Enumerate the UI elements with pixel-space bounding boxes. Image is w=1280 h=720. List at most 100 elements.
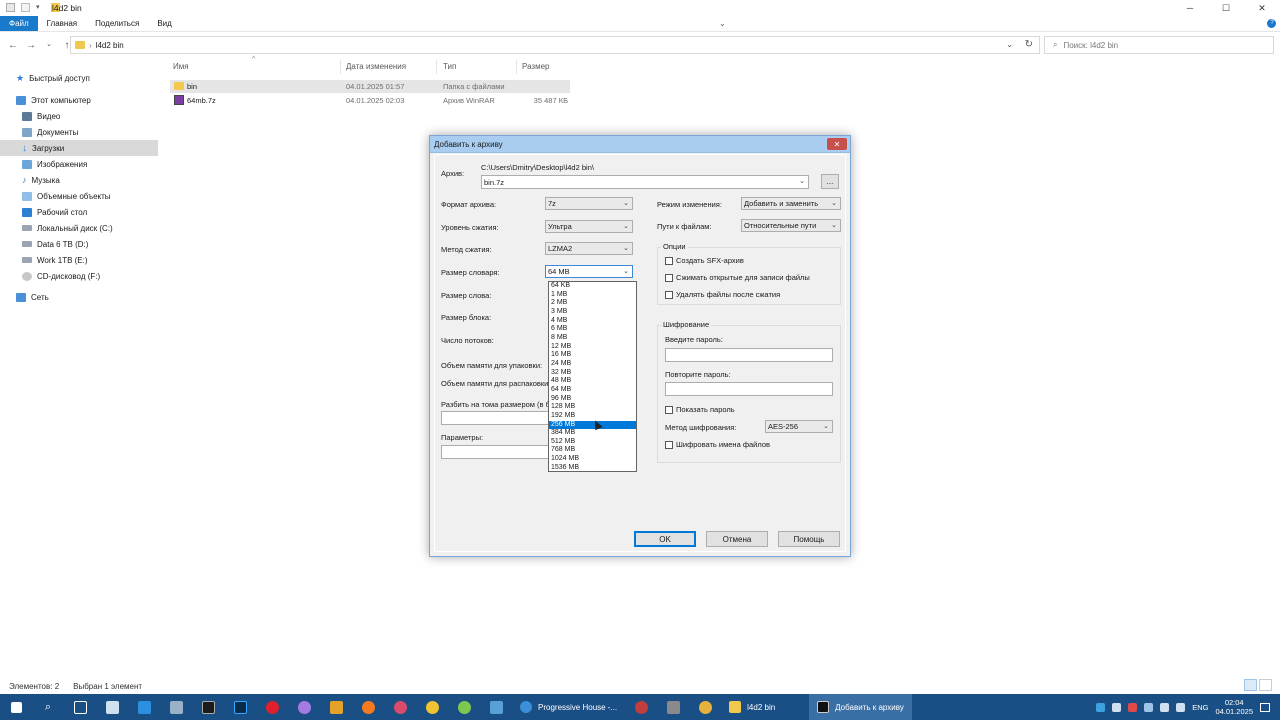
show-password-checkbox[interactable]: Показать пароль: [665, 405, 735, 414]
dict-option[interactable]: 64 KB: [549, 282, 636, 291]
dict-option[interactable]: 3 MB: [549, 308, 636, 317]
path-mode-select[interactable]: Относительные пути ⌄: [741, 219, 841, 232]
taskbar-app-4[interactable]: [320, 694, 352, 720]
dialog-close-button[interactable]: ✕: [827, 138, 847, 150]
dict-option[interactable]: 128 MB: [549, 403, 636, 412]
taskbar-app-3[interactable]: [288, 694, 320, 720]
forward-arrow-icon[interactable]: →: [24, 40, 38, 51]
taskbar-store[interactable]: [128, 694, 160, 720]
column-date[interactable]: Дата изменения: [346, 62, 406, 71]
level-select[interactable]: Ультра ⌄: [545, 220, 633, 233]
clock[interactable]: 02:04 04.01.2025: [1215, 698, 1253, 716]
dict-option[interactable]: 1 MB: [549, 291, 636, 300]
encryption-method-select[interactable]: AES-256 ⌄: [765, 420, 833, 433]
repeat-password-input[interactable]: [665, 382, 833, 396]
taskbar-app-7[interactable]: [448, 694, 480, 720]
taskbar-app-1[interactable]: [96, 694, 128, 720]
method-select[interactable]: LZMA2 ⌄: [545, 242, 633, 255]
search-input[interactable]: ⌕ Поиск: l4d2 bin: [1044, 36, 1274, 54]
details-view-icon[interactable]: [1244, 679, 1257, 691]
minimize-button[interactable]: ─: [1172, 0, 1208, 16]
column-divider[interactable]: [340, 60, 341, 74]
volume-icon[interactable]: [1160, 702, 1170, 712]
dict-option[interactable]: 4 MB: [549, 317, 636, 326]
nav-documents[interactable]: Документы: [0, 124, 158, 140]
tab-share[interactable]: Поделиться: [86, 16, 148, 31]
address-field[interactable]: › l4d2 bin ⌄ ↻: [70, 36, 1040, 54]
tab-home[interactable]: Главная: [38, 16, 86, 31]
start-button[interactable]: [0, 694, 32, 720]
dict-option[interactable]: 48 MB: [549, 377, 636, 386]
taskbar-app-6[interactable]: [416, 694, 448, 720]
nav-drive-c[interactable]: Локальный диск (C:): [0, 220, 158, 236]
network-icon[interactable]: [1176, 702, 1186, 712]
taskbar-explorer-window[interactable]: l4d2 bin: [721, 694, 783, 720]
column-divider[interactable]: [516, 60, 517, 74]
table-row[interactable]: 64mb.7z 04.01.2025 02:03 Архив WinRAR 35…: [170, 94, 570, 107]
notifications-icon[interactable]: [1260, 702, 1270, 712]
column-type[interactable]: Тип: [443, 62, 456, 71]
nav-cd-drive[interactable]: CD-дисковод (F:): [0, 268, 158, 284]
large-icons-view-icon[interactable]: [1259, 679, 1272, 691]
update-mode-select[interactable]: Добавить и заменить ⌄: [741, 197, 841, 210]
ok-button[interactable]: OK: [634, 531, 696, 547]
maximize-button[interactable]: ☐: [1208, 0, 1244, 16]
tab-file[interactable]: Файл: [0, 16, 38, 31]
taskbar-photoshop[interactable]: [224, 694, 256, 720]
params-input[interactable]: [441, 445, 551, 459]
chevron-down-icon[interactable]: ⌄: [799, 177, 805, 185]
archive-name-combo[interactable]: bin.7z ⌄: [481, 175, 809, 189]
tray-icon[interactable]: [1128, 702, 1138, 712]
dict-option[interactable]: 6 MB: [549, 325, 636, 334]
dict-option[interactable]: 24 MB: [549, 360, 636, 369]
dialog-titlebar[interactable]: Добавить к архиву: [430, 136, 850, 153]
nav-music[interactable]: ♪ Музыка: [0, 172, 158, 188]
taskbar-app-2[interactable]: [160, 694, 192, 720]
taskbar-7zip-window[interactable]: Добавить к архиву: [809, 694, 912, 720]
taskbar-app-10[interactable]: [657, 694, 689, 720]
column-divider[interactable]: [436, 60, 437, 74]
column-size[interactable]: Размер: [522, 62, 550, 71]
nav-drive-d[interactable]: Data 6 TB (D:): [0, 236, 158, 252]
taskbar-app-9[interactable]: [625, 694, 657, 720]
nav-quick-access[interactable]: ★ Быстрый доступ: [0, 70, 158, 86]
delete-after-checkbox[interactable]: Удалять файлы после сжатия: [665, 290, 780, 299]
dict-option[interactable]: 1024 MB: [549, 455, 636, 464]
help-icon[interactable]: ?: [1264, 16, 1280, 31]
table-row[interactable]: bin 04.01.2025 01:57 Папка с файлами: [170, 80, 570, 93]
taskbar-app-8[interactable]: [480, 694, 512, 720]
dict-dropdown-list[interactable]: 64 KB 1 MB 2 MB 3 MB 4 MB 6 MB 8 MB 12 MB 16 MB 2…: [548, 281, 637, 472]
window-menu-icon[interactable]: [6, 3, 15, 12]
dict-option[interactable]: 384 MB: [549, 429, 636, 438]
tray-icon[interactable]: [1112, 702, 1122, 712]
column-name[interactable]: Имя: [173, 62, 189, 71]
nav-this-pc[interactable]: Этот компьютер: [0, 92, 158, 108]
dict-select[interactable]: 64 MB ⌄: [545, 265, 633, 278]
tray-icon[interactable]: [1096, 702, 1106, 712]
compress-shared-checkbox[interactable]: Сжимать открытые для записи файлы: [665, 273, 810, 282]
encrypt-names-checkbox[interactable]: Шифровать имена файлов: [665, 440, 770, 449]
chevron-down-icon[interactable]: ▾: [36, 3, 45, 12]
tray-icon[interactable]: [1144, 702, 1154, 712]
refresh-icon[interactable]: ↻: [1025, 39, 1033, 50]
taskbar-chrome[interactable]: [689, 694, 721, 720]
taskbar-opera[interactable]: [256, 694, 288, 720]
dict-option[interactable]: 192 MB: [549, 412, 636, 421]
tab-view[interactable]: Вид: [148, 16, 180, 31]
address-dropdown-icon[interactable]: ⌄: [1006, 40, 1013, 49]
dict-option[interactable]: 96 MB: [549, 395, 636, 404]
nav-video[interactable]: Видео: [0, 108, 158, 124]
sfx-checkbox[interactable]: Создать SFX-архив: [665, 256, 744, 265]
nav-3d-objects[interactable]: Объемные объекты: [0, 188, 158, 204]
close-window-button[interactable]: ✕: [1244, 0, 1280, 16]
taskbar-chrome-window[interactable]: Progressive House -...: [512, 694, 625, 720]
dict-option[interactable]: 768 MB: [549, 446, 636, 455]
properties-icon[interactable]: [21, 3, 30, 12]
taskbar-firefox[interactable]: [352, 694, 384, 720]
dict-option[interactable]: 64 MB: [549, 386, 636, 395]
dict-option[interactable]: 1536 MB: [549, 464, 636, 473]
nav-pictures[interactable]: Изображения: [0, 156, 158, 172]
nav-downloads[interactable]: ↓ Загрузки: [0, 140, 158, 156]
nav-network[interactable]: Сеть: [0, 289, 158, 305]
dict-option[interactable]: 2 MB: [549, 299, 636, 308]
